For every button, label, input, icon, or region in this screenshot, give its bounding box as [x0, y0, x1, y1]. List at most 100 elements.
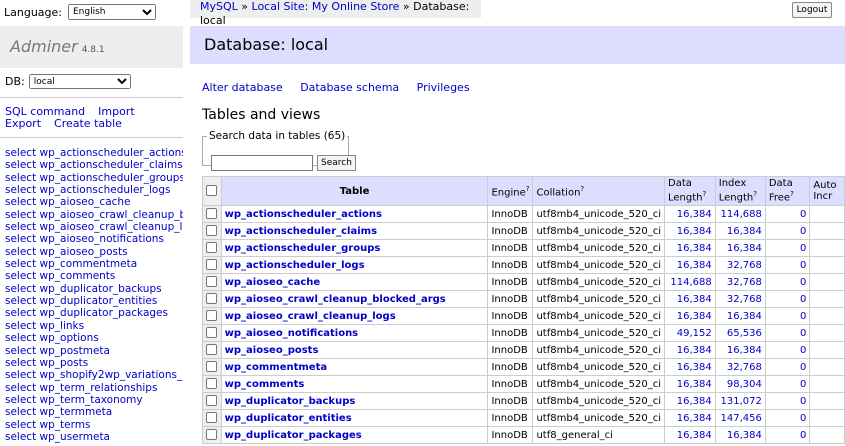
data-free-link[interactable]: 0 — [800, 294, 806, 305]
index-length-link[interactable]: 32,768 — [727, 294, 762, 305]
row-checkbox[interactable] — [206, 361, 218, 373]
sidebar-table-link[interactable]: select wp_aioseo_cache — [5, 196, 183, 208]
data-length-link[interactable]: 16,384 — [677, 345, 712, 356]
sidebar-table-link[interactable]: select wp_actionscheduler_logs — [5, 184, 183, 196]
sidebar-table-link[interactable]: select wp_aioseo_posts — [5, 246, 183, 258]
col-data-length[interactable]: Data Length? — [664, 176, 716, 206]
table-name-link[interactable]: wp_comments — [225, 379, 305, 390]
help-mark[interactable]: ? — [526, 185, 530, 193]
data-length-link[interactable]: 16,384 — [677, 430, 712, 441]
col-table[interactable]: Table — [220, 176, 489, 206]
sidebar-table-link[interactable]: select wp_actionscheduler_actions — [5, 147, 183, 159]
row-checkbox[interactable] — [206, 429, 218, 441]
sidebar-table-link[interactable]: select wp_usermeta — [5, 431, 183, 443]
data-free-link[interactable]: 0 — [800, 226, 806, 237]
row-checkbox[interactable] — [206, 259, 218, 271]
data-free-link[interactable]: 0 — [800, 345, 806, 356]
language-select[interactable]: English — [68, 4, 156, 20]
database-schema-link[interactable]: Database schema — [300, 81, 399, 94]
data-length-link[interactable]: 16,384 — [677, 260, 712, 271]
sidebar-table-link[interactable]: select wp_duplicator_packages — [5, 307, 183, 319]
data-free-link[interactable]: 0 — [800, 328, 806, 339]
table-name-link[interactable]: wp_aioseo_cache — [225, 277, 321, 288]
help-mark[interactable]: ? — [753, 190, 757, 198]
data-length-link[interactable]: 16,384 — [677, 311, 712, 322]
alter-database-link[interactable]: Alter database — [202, 81, 283, 94]
sidebar-table-link[interactable]: select wp_aioseo_crawl_cleanup_logs — [5, 221, 183, 233]
index-length-link[interactable]: 32,768 — [727, 362, 762, 373]
sidebar-table-link[interactable]: select wp_term_relationships — [5, 382, 183, 394]
index-length-link[interactable]: 98,304 — [727, 379, 762, 390]
index-length-link[interactable]: 16,384 — [727, 243, 762, 254]
app-name[interactable]: Adminer — [10, 37, 78, 56]
index-length-link[interactable]: 32,768 — [727, 277, 762, 288]
data-free-link[interactable]: 0 — [800, 260, 806, 271]
help-mark[interactable]: ? — [790, 190, 794, 198]
search-input[interactable] — [211, 155, 313, 171]
logout-button[interactable]: Logout — [792, 2, 832, 18]
row-checkbox[interactable] — [206, 378, 218, 390]
sidebar-table-link[interactable]: select wp_actionscheduler_claims — [5, 159, 183, 171]
export-link[interactable]: Export — [5, 117, 41, 130]
table-name-link[interactable]: wp_aioseo_notifications — [225, 328, 358, 339]
data-free-link[interactable]: 0 — [800, 277, 806, 288]
breadcrumb-mysql[interactable]: MySQL — [200, 0, 238, 13]
data-length-link[interactable]: 16,384 — [677, 294, 712, 305]
sidebar-table-link[interactable]: select wp_posts — [5, 357, 183, 369]
table-name-link[interactable]: wp_actionscheduler_actions — [225, 209, 382, 220]
row-checkbox[interactable] — [206, 412, 218, 424]
index-length-link[interactable]: 16,384 — [727, 311, 762, 322]
table-name-link[interactable]: wp_aioseo_posts — [225, 345, 319, 356]
row-checkbox[interactable] — [206, 395, 218, 407]
data-free-link[interactable]: 0 — [800, 430, 806, 441]
data-free-link[interactable]: 0 — [800, 396, 806, 407]
sidebar-table-link[interactable]: select wp_duplicator_entities — [5, 295, 183, 307]
sidebar-table-link[interactable]: select wp_comments — [5, 270, 183, 282]
select-all-checkbox[interactable] — [206, 185, 218, 197]
data-length-link[interactable]: 16,384 — [677, 413, 712, 424]
data-length-link[interactable]: 16,384 — [677, 226, 712, 237]
privileges-link[interactable]: Privileges — [417, 81, 470, 94]
col-data-free[interactable]: Data Free? — [764, 176, 811, 206]
table-name-link[interactable]: wp_commentmeta — [225, 362, 327, 373]
data-free-link[interactable]: 0 — [800, 362, 806, 373]
index-length-link[interactable]: 16,384 — [727, 226, 762, 237]
sidebar-table-link[interactable]: select wp_postmeta — [5, 345, 183, 357]
sidebar-table-link[interactable]: select wp_duplicator_backups — [5, 283, 183, 295]
data-length-link[interactable]: 16,384 — [677, 396, 712, 407]
data-free-link[interactable]: 0 — [800, 243, 806, 254]
col-engine[interactable]: Engine? — [487, 176, 534, 206]
sidebar-table-link[interactable]: select wp_links — [5, 320, 183, 332]
data-free-link[interactable]: 0 — [800, 209, 806, 220]
table-name-link[interactable]: wp_actionscheduler_groups — [225, 243, 381, 254]
data-free-link[interactable]: 0 — [800, 413, 806, 424]
index-length-link[interactable]: 32,768 — [727, 260, 762, 271]
data-length-link[interactable]: 16,384 — [677, 243, 712, 254]
sidebar-table-link[interactable]: select wp_terms — [5, 419, 183, 431]
row-checkbox[interactable] — [206, 293, 218, 305]
index-length-link[interactable]: 65,536 — [727, 328, 762, 339]
index-length-link[interactable]: 114,688 — [720, 209, 761, 220]
row-checkbox[interactable] — [206, 276, 218, 288]
sidebar-table-link[interactable]: select wp_term_taxonomy — [5, 394, 183, 406]
row-checkbox[interactable] — [206, 344, 218, 356]
table-name-link[interactable]: wp_aioseo_crawl_cleanup_logs — [225, 311, 396, 322]
row-checkbox[interactable] — [206, 310, 218, 322]
col-collation[interactable]: Collation? — [532, 176, 665, 206]
table-name-link[interactable]: wp_aioseo_crawl_cleanup_blocked_args — [225, 294, 446, 305]
row-checkbox[interactable] — [206, 242, 218, 254]
table-name-link[interactable]: wp_actionscheduler_logs — [225, 260, 365, 271]
row-checkbox[interactable] — [206, 208, 218, 220]
data-free-link[interactable]: 0 — [800, 311, 806, 322]
sidebar-table-link[interactable]: select wp_termmeta — [5, 406, 183, 418]
row-checkbox[interactable] — [206, 225, 218, 237]
row-checkbox[interactable] — [206, 327, 218, 339]
data-length-link[interactable]: 49,152 — [677, 328, 712, 339]
db-select[interactable]: local — [28, 74, 131, 89]
index-length-link[interactable]: 147,456 — [720, 413, 761, 424]
col-index-length[interactable]: Index Length? — [714, 176, 766, 206]
data-length-link[interactable]: 16,384 — [677, 379, 712, 390]
sidebar-table-link[interactable]: select wp_aioseo_crawl_cleanup_blocked_a… — [5, 209, 183, 221]
sidebar-table-link[interactable]: select wp_aioseo_notifications — [5, 233, 183, 245]
table-name-link[interactable]: wp_actionscheduler_claims — [225, 226, 377, 237]
